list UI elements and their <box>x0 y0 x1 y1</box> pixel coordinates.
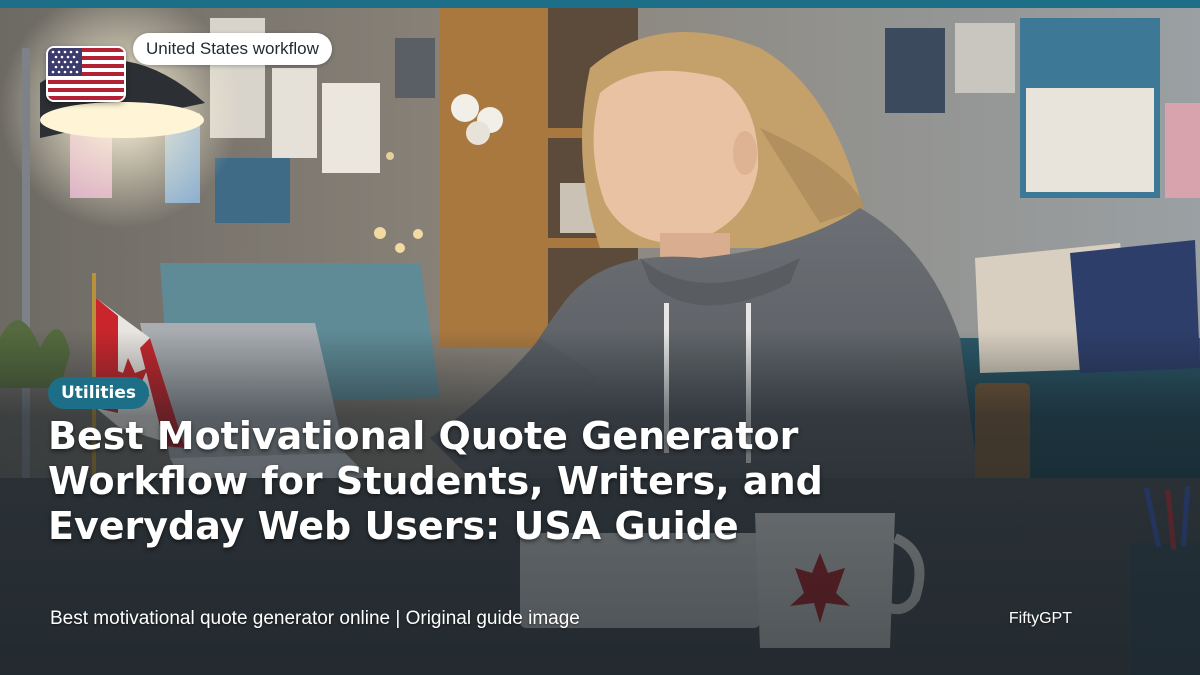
hero-banner: United States workflow Utilities Best Mo… <box>0 0 1200 675</box>
region-badge: United States workflow <box>133 33 332 65</box>
image-caption: Best motivational quote generator online… <box>50 608 580 629</box>
article-title: Best Motivational Quote Generator Workfl… <box>48 414 823 548</box>
us-flag-icon <box>46 46 126 102</box>
top-accent-bar <box>0 0 1200 8</box>
category-badge[interactable]: Utilities <box>48 377 150 409</box>
brand-name: FiftyGPT <box>1008 610 1072 627</box>
